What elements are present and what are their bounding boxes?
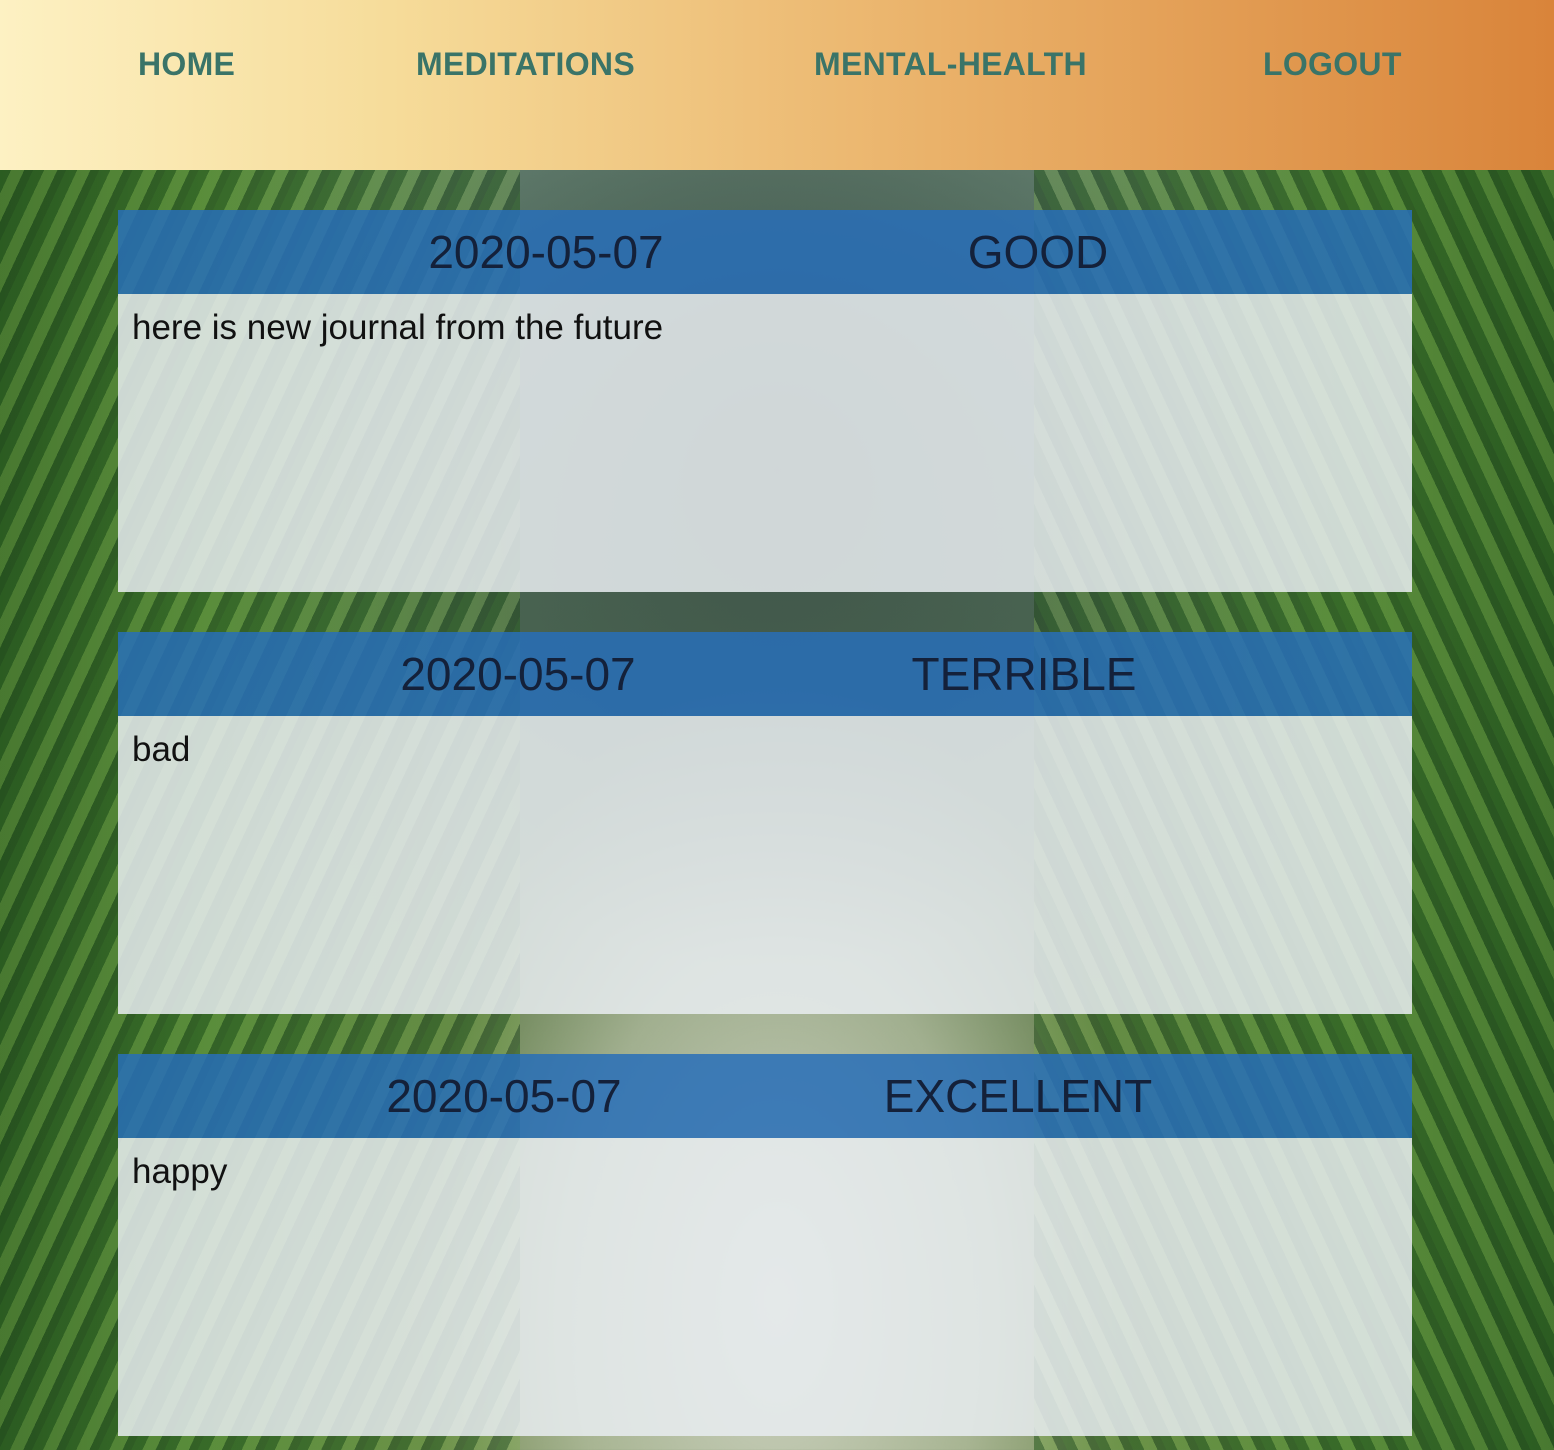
nav-link-meditations[interactable]: MEDITATIONS [416, 46, 635, 83]
journal-mood: TERRIBLE [911, 648, 1137, 700]
journal-card-body: happy [118, 1138, 1412, 1436]
journal-entry-text: bad [132, 730, 191, 769]
journal-entry-text: happy [132, 1152, 228, 1191]
journal-date: 2020-05-07 [400, 648, 636, 700]
journal-card: 2020-05-07 TERRIBLE bad [118, 632, 1412, 1014]
journal-date: 2020-05-07 [386, 1070, 622, 1122]
journal-card: 2020-05-07 EXCELLENT happy [118, 1054, 1412, 1436]
top-navbar: HOME MEDITATIONS MENTAL-HEALTH LOGOUT [0, 0, 1554, 170]
nav-link-mental-health[interactable]: MENTAL-HEALTH [814, 46, 1087, 83]
journal-card-header: 2020-05-07 GOOD [118, 210, 1412, 294]
journal-entry-text: here is new journal from the future [132, 308, 664, 347]
journal-card-header: 2020-05-07 EXCELLENT [118, 1054, 1412, 1138]
journal-mood: EXCELLENT [883, 1070, 1153, 1122]
nav-link-home[interactable]: HOME [138, 46, 235, 83]
journal-card: 2020-05-07 GOOD here is new journal from… [118, 210, 1412, 592]
journal-card-body: bad [118, 716, 1412, 1014]
journal-mood: GOOD [967, 226, 1109, 278]
journal-list: 2020-05-07 GOOD here is new journal from… [118, 210, 1412, 1450]
journal-date: 2020-05-07 [428, 226, 664, 278]
journal-card-body: here is new journal from the future [118, 294, 1412, 592]
journal-card-header: 2020-05-07 TERRIBLE [118, 632, 1412, 716]
nav-link-logout[interactable]: LOGOUT [1263, 46, 1402, 83]
